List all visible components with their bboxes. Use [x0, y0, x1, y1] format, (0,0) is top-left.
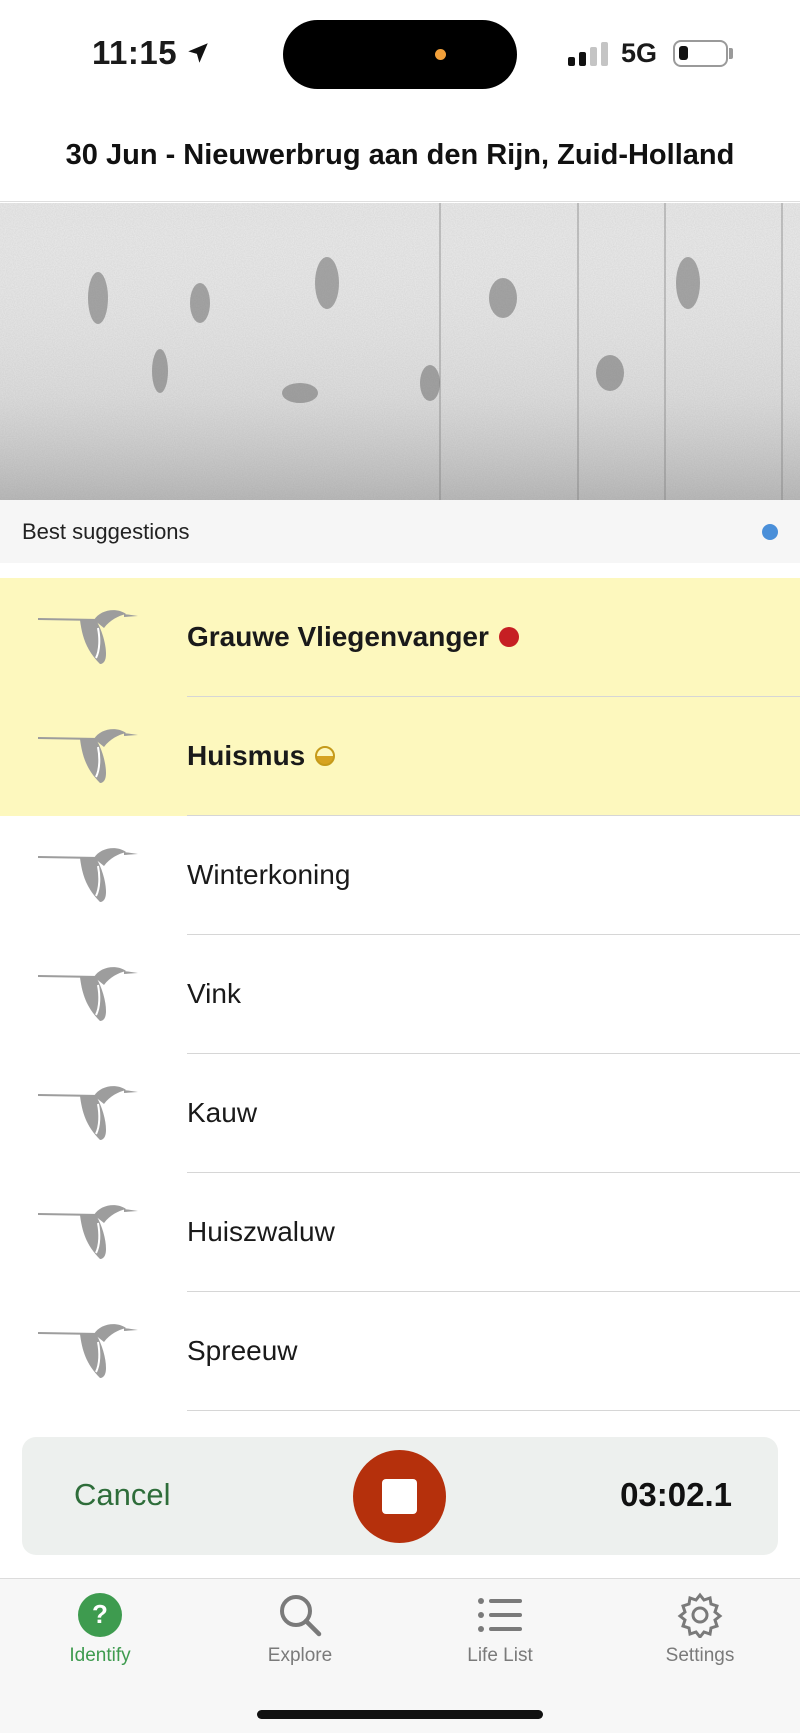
recording-panel: Cancel 03:02.1	[22, 1437, 778, 1555]
bird-silhouette-icon	[38, 727, 138, 785]
species-row[interactable]: Kauw	[0, 1054, 800, 1173]
gear-icon	[676, 1591, 724, 1639]
question-circle-icon: ?	[76, 1591, 124, 1639]
magnifier-icon	[276, 1591, 324, 1639]
location-arrow-icon	[188, 43, 208, 63]
species-name: Winterkoning	[187, 859, 351, 890]
best-suggestions-bar: Best suggestions	[0, 500, 800, 563]
tab-label: Identify	[69, 1645, 131, 1666]
bird-silhouette-icon	[38, 1084, 138, 1142]
species-name-group: Huismus	[187, 740, 336, 772]
dynamic-island	[283, 20, 517, 89]
tab-label: Settings	[665, 1645, 735, 1666]
species-name-group: Vink	[187, 978, 241, 1010]
status-time: 11:15	[92, 34, 211, 72]
species-row[interactable]: Vink	[0, 935, 800, 1054]
network-type: 5G	[621, 38, 658, 68]
spectrogram[interactable]	[0, 203, 800, 500]
stop-recording-button[interactable]	[353, 1450, 446, 1543]
list-icon	[476, 1591, 524, 1639]
listening-indicator-dot	[762, 524, 778, 540]
species-name-group: Huiszwaluw	[187, 1216, 335, 1248]
tab-settings[interactable]: Settings	[600, 1591, 800, 1701]
bird-silhouette-icon	[38, 846, 138, 904]
species-name: Grauwe Vliegenvanger	[187, 621, 489, 652]
species-name-group: Grauwe Vliegenvanger	[187, 621, 519, 653]
species-name: Spreeuw	[187, 1335, 298, 1366]
row-divider	[187, 1410, 800, 1411]
page-title: 30 Jun - Nieuwerbrug aan den Rijn, Zuid-…	[65, 139, 735, 171]
bird-silhouette-icon	[38, 965, 138, 1023]
species-row[interactable]: Grauwe Vliegenvanger	[0, 578, 800, 697]
species-row[interactable]: Winterkoning	[0, 816, 800, 935]
tab-label: Life List	[467, 1645, 533, 1666]
tab-explore[interactable]: Explore	[200, 1591, 400, 1701]
species-name: Huismus	[187, 740, 306, 771]
uncommon-badge-icon	[315, 746, 336, 766]
tab-label: Explore	[267, 1645, 333, 1666]
species-name: Kauw	[187, 1097, 258, 1128]
tab-identify[interactable]: ? Identify	[0, 1591, 200, 1701]
species-name-group: Kauw	[187, 1097, 257, 1129]
species-row[interactable]: Huiszwaluw	[0, 1173, 800, 1292]
bird-silhouette-icon	[38, 1322, 138, 1380]
species-name-group: Winterkoning	[187, 859, 350, 891]
species-row[interactable]: Huismus	[0, 697, 800, 816]
svg-text:?: ?	[92, 1599, 108, 1629]
stop-icon	[382, 1479, 417, 1514]
recording-timer: 03:02.1	[620, 1476, 732, 1513]
species-list: Grauwe Vliegenvanger Huismus Winterkoning V…	[0, 578, 800, 1411]
bird-silhouette-icon	[38, 1203, 138, 1261]
best-suggestions-label: Best suggestions	[22, 518, 190, 544]
bird-silhouette-icon	[38, 608, 138, 666]
rare-species-badge-icon	[498, 627, 519, 647]
species-name-group: Spreeuw	[187, 1335, 298, 1367]
status-bar: 11:15 5G	[0, 0, 800, 110]
privacy-indicator-dot	[435, 49, 446, 60]
home-indicator[interactable]	[257, 1710, 543, 1719]
species-row[interactable]: Spreeuw	[0, 1292, 800, 1411]
battery-cap	[729, 48, 733, 59]
battery-icon	[673, 40, 728, 67]
recording-header: 30 Jun - Nieuwerbrug aan den Rijn, Zuid-…	[0, 110, 800, 202]
cancel-button[interactable]: Cancel	[74, 1477, 171, 1513]
cellular-signal-icon	[568, 42, 608, 66]
species-name: Huiszwaluw	[187, 1216, 335, 1247]
species-name: Vink	[187, 978, 241, 1009]
clock-text: 11:15	[92, 34, 178, 71]
tab-life-list[interactable]: Life List	[400, 1591, 600, 1701]
